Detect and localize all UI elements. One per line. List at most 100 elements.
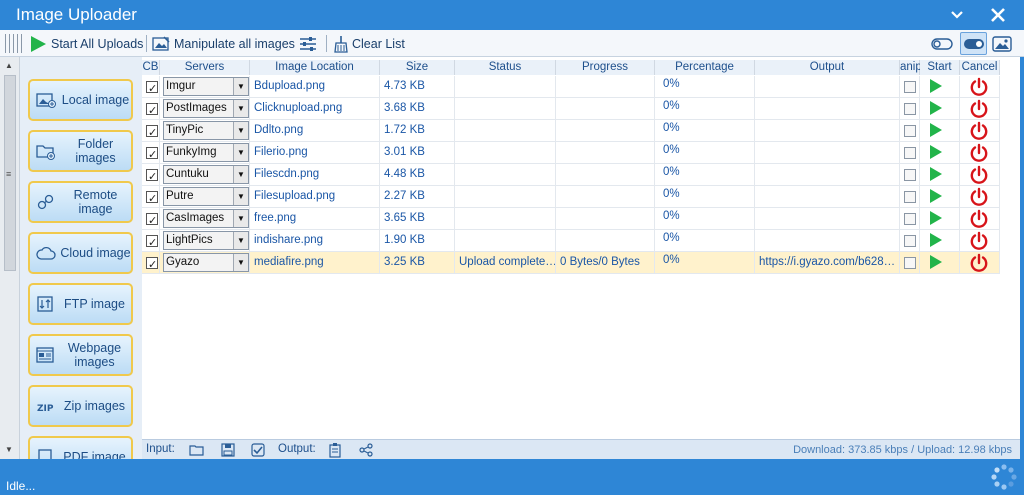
cloud-image-button[interactable]: Cloud image bbox=[28, 232, 133, 274]
window-menu-button[interactable] bbox=[944, 4, 970, 26]
settings-sliders-button[interactable] bbox=[299, 33, 317, 54]
cancel-power-icon[interactable] bbox=[969, 187, 989, 207]
zip-images-button[interactable]: ZIP Zip images bbox=[28, 385, 133, 427]
image-view-button[interactable] bbox=[992, 33, 1012, 54]
cancel-power-icon[interactable] bbox=[969, 77, 989, 97]
table-row[interactable]: PostImages ▼Clicknupload.png3.68 KB 0% bbox=[142, 98, 1000, 120]
scroll-down-icon[interactable]: ▼ bbox=[5, 445, 13, 454]
chevron-down-icon[interactable]: ▼ bbox=[233, 188, 248, 205]
chevron-down-icon[interactable]: ▼ bbox=[233, 166, 248, 183]
chevron-down-icon[interactable]: ▼ bbox=[233, 122, 248, 139]
row-checkbox[interactable] bbox=[146, 101, 158, 120]
output-cell[interactable] bbox=[755, 186, 900, 208]
row-checkbox[interactable] bbox=[146, 123, 158, 142]
row-checkbox[interactable] bbox=[146, 255, 158, 274]
column-header-percentage[interactable]: Percentage bbox=[655, 60, 755, 75]
table-row[interactable]: TinyPic ▼Ddlto.png1.72 KB 0% bbox=[142, 120, 1000, 142]
chevron-down-icon[interactable]: ▼ bbox=[233, 210, 248, 227]
table-row[interactable]: LightPics ▼indishare.png1.90 KB 0% bbox=[142, 230, 1000, 252]
cancel-power-icon[interactable] bbox=[969, 253, 989, 273]
start-upload-icon[interactable] bbox=[930, 189, 942, 203]
scroll-up-icon[interactable]: ▲ bbox=[5, 61, 13, 70]
row-checkbox[interactable] bbox=[146, 233, 158, 252]
clear-list-button[interactable]: Clear List bbox=[332, 33, 405, 54]
cancel-power-icon[interactable] bbox=[969, 209, 989, 229]
start-upload-icon[interactable] bbox=[930, 211, 942, 225]
manipulate-checkbox[interactable] bbox=[904, 213, 916, 225]
server-select[interactable]: LightPics ▼ bbox=[163, 231, 249, 250]
cancel-power-icon[interactable] bbox=[969, 165, 989, 185]
server-select[interactable]: Gyazo ▼ bbox=[163, 253, 249, 272]
table-row[interactable]: FunkyImg ▼Filerio.png3.01 KB 0% bbox=[142, 142, 1000, 164]
side-scrollbar[interactable]: ▲ ≡ ▼ bbox=[0, 57, 20, 459]
start-upload-icon[interactable] bbox=[930, 167, 942, 181]
start-upload-icon[interactable] bbox=[930, 233, 942, 247]
column-header-manipulate[interactable]: anip bbox=[900, 60, 922, 75]
cancel-power-icon[interactable] bbox=[969, 231, 989, 251]
server-select[interactable]: PostImages ▼ bbox=[163, 99, 249, 118]
output-cell[interactable] bbox=[755, 230, 900, 252]
cancel-power-icon[interactable] bbox=[969, 121, 989, 141]
table-row[interactable]: Gyazo ▼mediafire.png3.25 KBUpload complet… bbox=[142, 252, 1000, 274]
column-header-status[interactable]: Status bbox=[455, 60, 556, 75]
start-upload-icon[interactable] bbox=[930, 123, 942, 137]
clipboard-icon[interactable] bbox=[327, 442, 343, 458]
row-checkbox[interactable] bbox=[146, 211, 158, 230]
table-row[interactable]: Cuntuku ▼Filescdn.png4.48 KB 0% bbox=[142, 164, 1000, 186]
output-cell[interactable] bbox=[755, 164, 900, 186]
manipulate-checkbox[interactable] bbox=[904, 235, 916, 247]
server-select[interactable]: FunkyImg ▼ bbox=[163, 143, 249, 162]
chevron-down-icon[interactable]: ▼ bbox=[233, 232, 248, 249]
column-header-cancel[interactable]: Cancel bbox=[960, 60, 1000, 75]
manipulate-checkbox[interactable] bbox=[904, 257, 916, 269]
server-select[interactable]: CasImages ▼ bbox=[163, 209, 249, 228]
start-upload-icon[interactable] bbox=[930, 145, 942, 159]
table-row[interactable]: Putre ▼Filesupload.png2.27 KB 0% bbox=[142, 186, 1000, 208]
output-cell[interactable] bbox=[755, 120, 900, 142]
close-button[interactable] bbox=[985, 4, 1011, 26]
manipulate-checkbox[interactable] bbox=[904, 81, 916, 93]
chevron-down-icon[interactable]: ▼ bbox=[233, 100, 248, 117]
manipulate-checkbox[interactable] bbox=[904, 125, 916, 137]
start-upload-icon[interactable] bbox=[930, 79, 942, 93]
ftp-image-button[interactable]: FTP image bbox=[28, 283, 133, 325]
chevron-down-icon[interactable]: ▼ bbox=[233, 254, 248, 271]
column-header-progress[interactable]: Progress bbox=[556, 60, 655, 75]
share-icon[interactable] bbox=[358, 442, 374, 458]
start-all-uploads-button[interactable]: Start All Uploads bbox=[29, 33, 143, 54]
table-row[interactable]: CasImages ▼free.png3.65 KB 0% bbox=[142, 208, 1000, 230]
output-cell[interactable] bbox=[755, 142, 900, 164]
manipulate-all-images-button[interactable]: Manipulate all images bbox=[152, 33, 295, 54]
folder-images-button[interactable]: Folder images bbox=[28, 130, 133, 172]
manipulate-checkbox[interactable] bbox=[904, 191, 916, 203]
table-row[interactable]: Imgur ▼Bdupload.png4.73 KB 0% bbox=[142, 76, 1000, 98]
webpage-images-button[interactable]: Webpage images bbox=[28, 334, 133, 376]
chevron-down-icon[interactable]: ▼ bbox=[233, 144, 248, 161]
check-all-icon[interactable] bbox=[250, 442, 266, 458]
toggle-on-button[interactable] bbox=[960, 32, 987, 55]
pdf-image-button[interactable]: PDF image bbox=[28, 436, 133, 459]
output-cell[interactable]: https://i.gyazo.com/b628… bbox=[755, 252, 900, 274]
manipulate-checkbox[interactable] bbox=[904, 169, 916, 181]
column-header-image-location[interactable]: Image Location bbox=[250, 60, 380, 75]
column-header-output[interactable]: Output bbox=[755, 60, 900, 75]
server-select[interactable]: Cuntuku ▼ bbox=[163, 165, 249, 184]
open-folder-icon[interactable] bbox=[189, 442, 205, 458]
chevron-down-icon[interactable]: ▼ bbox=[233, 78, 248, 95]
cancel-power-icon[interactable] bbox=[969, 143, 989, 163]
server-select[interactable]: TinyPic ▼ bbox=[163, 121, 249, 140]
toolbar-grip[interactable] bbox=[5, 34, 25, 53]
remote-image-button[interactable]: Remote image bbox=[28, 181, 133, 223]
start-upload-icon[interactable] bbox=[930, 101, 942, 115]
start-upload-icon[interactable] bbox=[930, 255, 942, 269]
server-select[interactable]: Putre ▼ bbox=[163, 187, 249, 206]
column-header-size[interactable]: Size bbox=[380, 60, 455, 75]
cancel-power-icon[interactable] bbox=[969, 99, 989, 119]
save-icon[interactable] bbox=[220, 442, 236, 458]
server-select[interactable]: Imgur ▼ bbox=[163, 77, 249, 96]
output-cell[interactable] bbox=[755, 208, 900, 230]
row-checkbox[interactable] bbox=[146, 167, 158, 186]
output-cell[interactable] bbox=[755, 76, 900, 98]
toggle-off-button[interactable] bbox=[931, 33, 953, 54]
local-image-button[interactable]: Local image bbox=[28, 79, 133, 121]
